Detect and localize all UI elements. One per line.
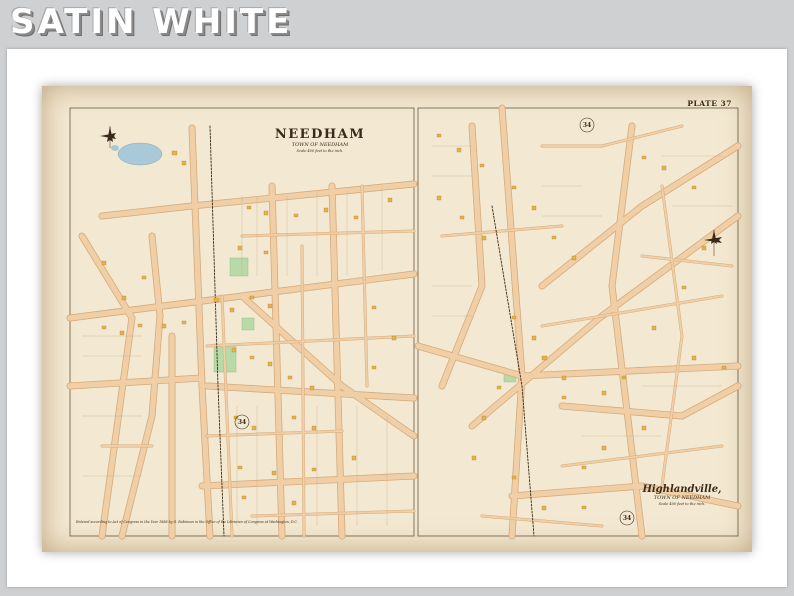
green-parcel bbox=[229, 257, 249, 277]
map-illustration: 34 34 34 PLATE 37 NEEDHAM TOWN OF NEEDHA… bbox=[66, 99, 742, 540]
plate-label: PLATE 37 bbox=[687, 99, 732, 108]
route-number: 34 bbox=[583, 122, 591, 129]
right-map-subtitle: TOWN OF NEEDHAM bbox=[654, 495, 711, 501]
pond-small bbox=[111, 145, 119, 151]
left-map-subtitle: TOWN OF NEEDHAM bbox=[292, 142, 349, 148]
right-map-title: Highlandville, bbox=[641, 484, 721, 495]
left-map-scale: Scale 400 feet to the inch. bbox=[297, 149, 344, 153]
right-map-scale: Scale 400 feet to the inch. bbox=[659, 502, 706, 506]
satin-white-banner: SATIN WHITE bbox=[10, 2, 293, 42]
compass-rose-left bbox=[100, 126, 116, 148]
right-roads bbox=[414, 104, 742, 540]
route-number: 34 bbox=[238, 419, 246, 426]
green-parcel bbox=[241, 317, 255, 331]
route-number: 34 bbox=[623, 515, 631, 522]
pond bbox=[117, 142, 163, 166]
left-map-title: NEEDHAM bbox=[275, 127, 365, 142]
copyright-footer: Entered according to Act of Congress in … bbox=[75, 520, 298, 524]
